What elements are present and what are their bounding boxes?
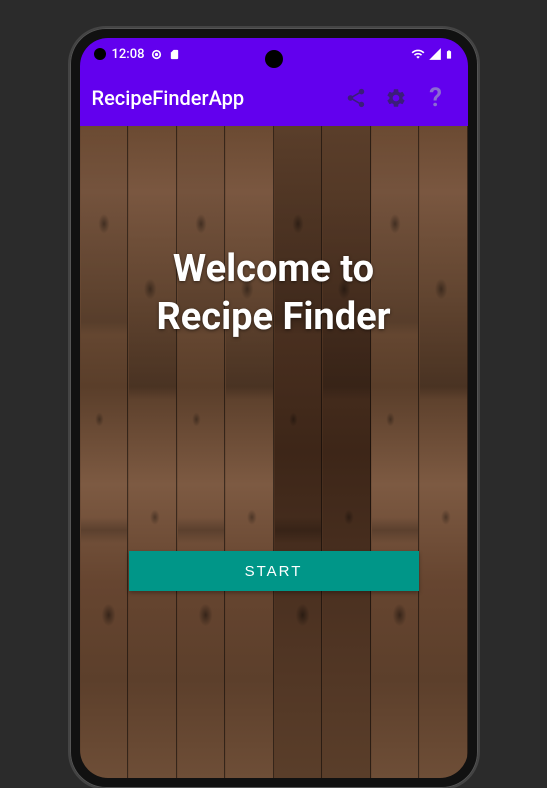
share-button[interactable]	[336, 78, 376, 118]
circle-icon	[150, 48, 163, 61]
wifi-icon	[410, 47, 426, 61]
sd-card-icon	[169, 48, 180, 61]
gear-icon	[385, 87, 407, 109]
status-time: 12:08	[112, 47, 145, 62]
camera-notch	[265, 50, 283, 68]
help-button[interactable]: ?	[416, 78, 456, 118]
status-right	[410, 47, 454, 62]
share-icon	[345, 87, 367, 109]
status-left: 12:08	[94, 47, 181, 62]
start-button[interactable]: START	[129, 551, 419, 591]
wood-background	[80, 126, 468, 778]
settings-button[interactable]	[376, 78, 416, 118]
battery-icon	[444, 47, 454, 62]
screen: 12:08 RecipeFinderApp ?	[80, 38, 468, 778]
app-title: RecipeFinderApp	[92, 86, 336, 110]
phone-frame: 12:08 RecipeFinderApp ?	[70, 28, 478, 788]
app-bar: RecipeFinderApp ?	[80, 70, 468, 126]
help-icon: ?	[429, 83, 442, 113]
signal-icon	[428, 47, 442, 61]
main-content: Welcome to Recipe Finder START	[80, 126, 468, 778]
welcome-title: Welcome to Recipe Finder	[156, 246, 390, 341]
status-indicator-dot	[94, 48, 106, 60]
